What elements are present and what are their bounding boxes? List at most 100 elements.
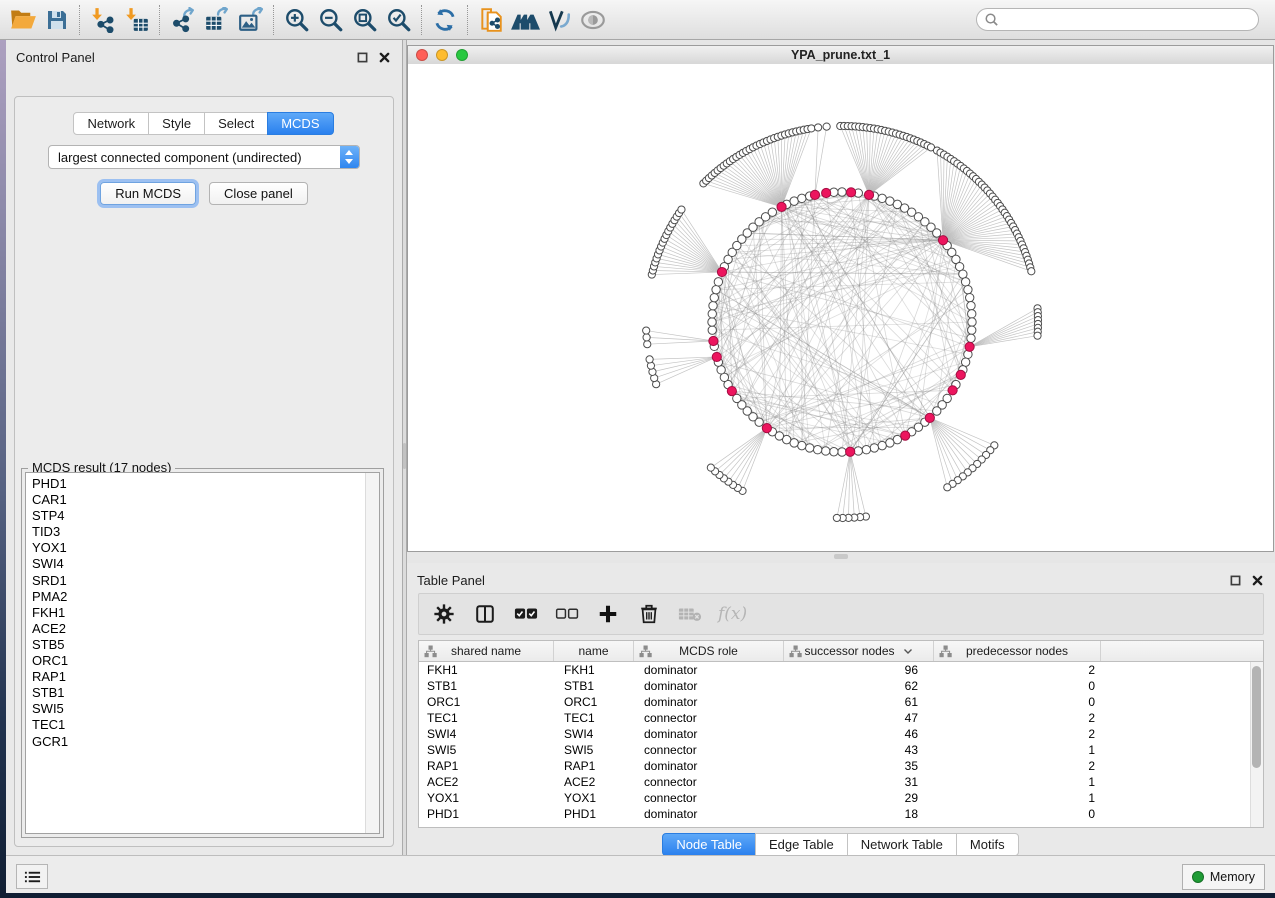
table-row[interactable]: YOX1YOX1connector291: [419, 790, 1263, 806]
network-node[interactable]: [968, 310, 976, 318]
network-canvas[interactable]: [408, 64, 1273, 551]
import-network-button[interactable]: [86, 4, 120, 36]
search-field[interactable]: [976, 8, 1259, 31]
mcds-hub-node[interactable]: [948, 386, 957, 395]
column-header-successor-nodes[interactable]: successor nodes: [784, 641, 934, 661]
mcds-result-node[interactable]: PMA2: [32, 589, 363, 605]
network-node[interactable]: [790, 197, 798, 205]
network-node[interactable]: [964, 285, 972, 293]
mcds-result-node[interactable]: TID3: [32, 524, 363, 540]
memory-button[interactable]: Memory: [1182, 864, 1265, 890]
mcds-hub-node[interactable]: [864, 190, 873, 199]
network-node[interactable]: [805, 444, 813, 452]
network-node[interactable]: [712, 285, 720, 293]
mcds-result-node[interactable]: GCR1: [32, 734, 363, 750]
export-table-button[interactable]: [200, 4, 234, 36]
table-row[interactable]: PHD1PHD1dominator180: [419, 806, 1263, 822]
table-scrollbar-thumb[interactable]: [1252, 666, 1261, 768]
export-image-button[interactable]: [234, 4, 268, 36]
mcds-hub-node[interactable]: [810, 190, 819, 199]
network-node[interactable]: [708, 310, 716, 318]
network-node[interactable]: [968, 318, 976, 326]
run-mcds-button[interactable]: Run MCDS: [100, 182, 196, 205]
mcds-hub-node[interactable]: [846, 188, 855, 197]
network-node[interactable]: [714, 278, 722, 286]
network-node[interactable]: [961, 358, 969, 366]
zoom-in-button[interactable]: [280, 4, 314, 36]
tab-style[interactable]: Style: [148, 112, 205, 135]
vizmapper-button[interactable]: [542, 4, 576, 36]
column-header-MCDS-role[interactable]: MCDS role: [634, 641, 784, 661]
network-node[interactable]: [878, 441, 886, 449]
mcds-hub-node[interactable]: [727, 386, 736, 395]
mcds-result-node[interactable]: SRD1: [32, 573, 363, 589]
float-table-panel-button[interactable]: [1228, 573, 1243, 588]
delete-column-button[interactable]: [636, 601, 662, 627]
network-node[interactable]: [933, 229, 941, 237]
network-node[interactable]: [838, 448, 846, 456]
mcds-hub-node[interactable]: [956, 370, 965, 379]
task-history-button[interactable]: [16, 864, 48, 889]
network-node[interactable]: [965, 293, 973, 301]
open-file-button[interactable]: [6, 4, 40, 36]
select-all-button[interactable]: [513, 601, 539, 627]
table-row[interactable]: SWI5SWI5connector431: [419, 742, 1263, 758]
table-row[interactable]: STB1STB1dominator620: [419, 678, 1263, 694]
mcds-result-scrollbar[interactable]: [365, 473, 379, 833]
network-node[interactable]: [833, 514, 840, 521]
tab-node-table[interactable]: Node Table: [662, 833, 756, 856]
mcds-hub-node[interactable]: [925, 413, 934, 422]
network-node[interactable]: [838, 188, 846, 196]
table-row[interactable]: TEC1TEC1connector472: [419, 710, 1263, 726]
mcds-result-node[interactable]: PHD1: [32, 476, 363, 492]
mcds-hub-node[interactable]: [938, 236, 947, 245]
first-neighbors-button[interactable]: [508, 4, 542, 36]
table-row[interactable]: ORC1ORC1dominator610: [419, 694, 1263, 710]
zoom-out-button[interactable]: [314, 4, 348, 36]
network-node[interactable]: [823, 123, 830, 130]
zoom-selected-button[interactable]: [382, 4, 416, 36]
table-row[interactable]: FKH1FKH1dominator962: [419, 662, 1263, 678]
mcds-result-node[interactable]: STB5: [32, 637, 363, 653]
tab-motifs[interactable]: Motifs: [956, 833, 1019, 856]
close-panel-button[interactable]: [377, 50, 392, 65]
network-node[interactable]: [870, 444, 878, 452]
criterion-dropdown[interactable]: largest connected component (undirected): [48, 145, 360, 169]
network-node[interactable]: [708, 318, 716, 326]
network-node[interactable]: [709, 302, 717, 310]
column-header-shared-name[interactable]: shared name: [419, 641, 554, 661]
tab-select[interactable]: Select: [204, 112, 268, 135]
network-node[interactable]: [813, 445, 821, 453]
network-node[interactable]: [768, 208, 776, 216]
zoom-fit-button[interactable]: [348, 4, 382, 36]
network-window-titlebar[interactable]: YPA_prune.txt_1: [408, 46, 1273, 65]
export-network-button[interactable]: [166, 4, 200, 36]
import-table-button[interactable]: [120, 4, 154, 36]
tab-edge-table[interactable]: Edge Table: [755, 833, 848, 856]
mcds-result-node[interactable]: ORC1: [32, 653, 363, 669]
mcds-hub-node[interactable]: [846, 447, 855, 456]
network-node[interactable]: [933, 407, 941, 415]
mcds-result-node[interactable]: RAP1: [32, 669, 363, 685]
tab-network-table[interactable]: Network Table: [847, 833, 957, 856]
search-input[interactable]: [999, 10, 1258, 30]
network-node[interactable]: [967, 302, 975, 310]
mcds-result-node[interactable]: STP4: [32, 508, 363, 524]
mcds-hub-node[interactable]: [901, 431, 910, 440]
show-columns-button[interactable]: [472, 601, 498, 627]
network-node[interactable]: [808, 125, 815, 132]
mcds-hub-node[interactable]: [717, 267, 726, 276]
table-settings-button[interactable]: [431, 601, 457, 627]
network-node[interactable]: [968, 326, 976, 334]
tab-network[interactable]: Network: [73, 112, 149, 135]
refresh-button[interactable]: [428, 4, 462, 36]
network-node[interactable]: [878, 194, 886, 202]
add-column-button[interactable]: [595, 601, 621, 627]
network-node[interactable]: [815, 124, 822, 131]
tab-mcds[interactable]: MCDS: [267, 112, 333, 135]
mcds-hub-node[interactable]: [965, 342, 974, 351]
network-node[interactable]: [710, 293, 718, 301]
network-node[interactable]: [798, 441, 806, 449]
mcds-result-node[interactable]: STB1: [32, 685, 363, 701]
network-node[interactable]: [643, 334, 650, 341]
